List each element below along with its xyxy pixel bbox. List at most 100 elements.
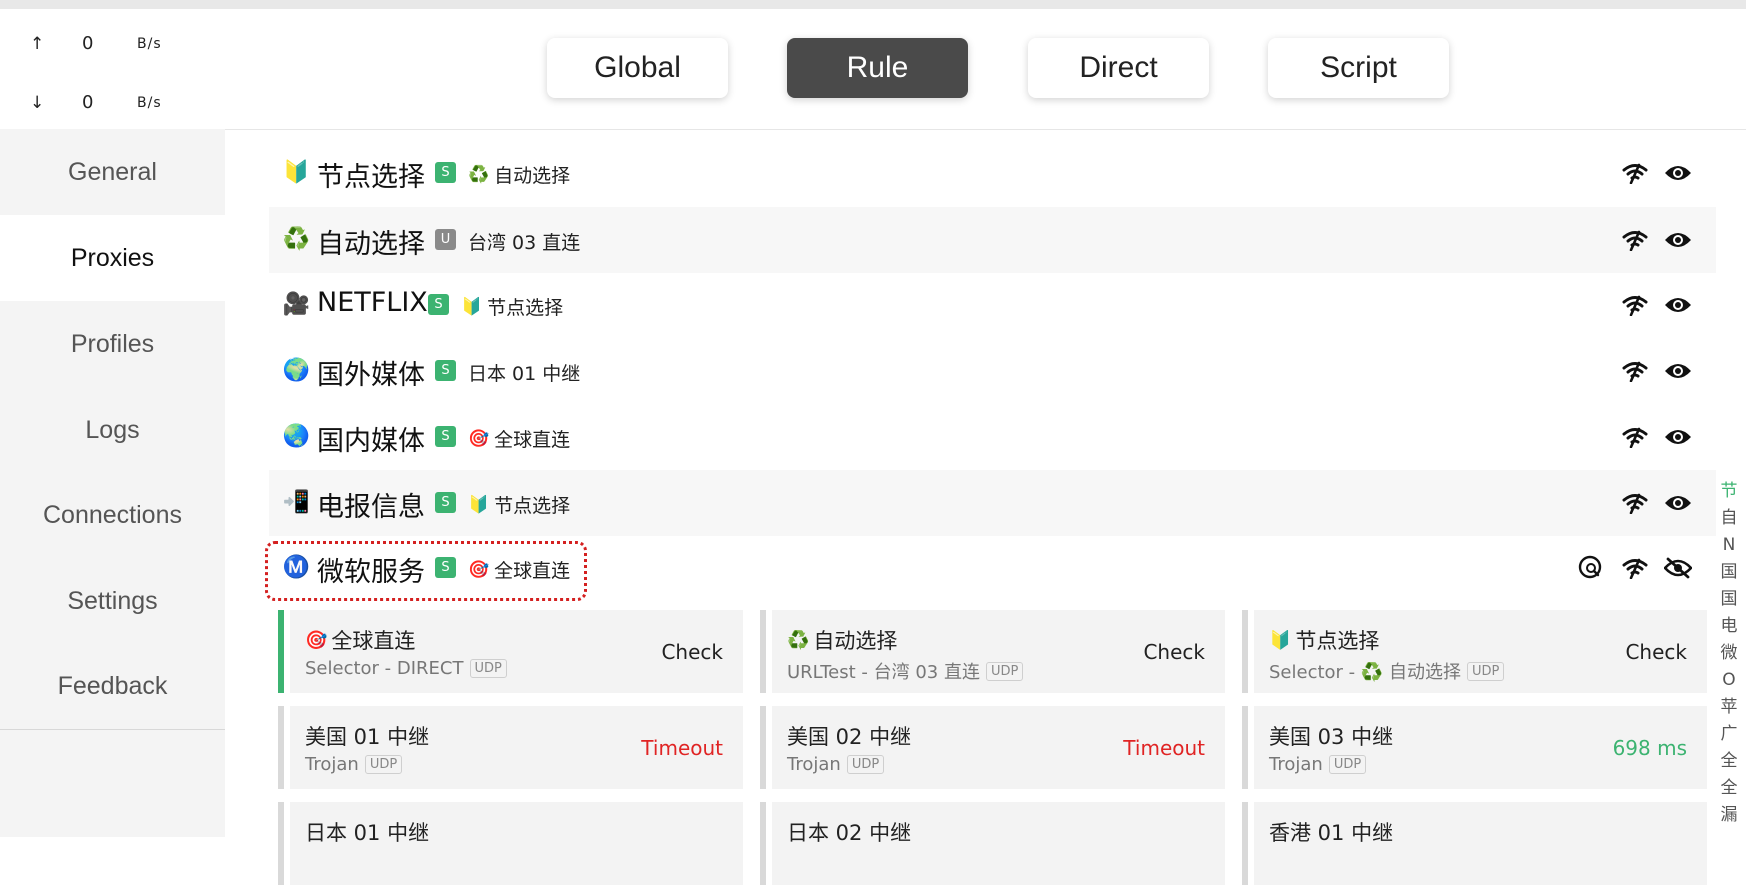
proxy-type: Selector - DIRECT UDP — [305, 658, 507, 679]
group-type-badge: S — [435, 426, 456, 447]
eye-icon[interactable] — [1664, 292, 1692, 318]
proxy-title: 美国 01 中继 — [305, 721, 429, 751]
upload-arrow-icon: ↑ — [30, 34, 45, 54]
mode-direct-button[interactable]: Direct — [1028, 38, 1209, 98]
mode-global-button[interactable]: Global — [547, 38, 728, 98]
eye-icon[interactable] — [1664, 424, 1692, 450]
latency-test-icon[interactable] — [1621, 424, 1649, 450]
index-letter[interactable]: 苹 — [1721, 694, 1738, 721]
proxy-card[interactable]: 香港 01 中继 — [1242, 802, 1707, 885]
udp-tag: UDP — [846, 755, 885, 774]
proxy-title: 日本 01 中继 — [305, 817, 429, 847]
eye-icon[interactable] — [1664, 358, 1692, 384]
proxy-card[interactable]: ♻️ 自动选择 URLTest - 台湾 03 直连 UDP Check — [760, 610, 1225, 693]
sidebar-item-logs[interactable]: Logs — [0, 387, 225, 473]
proxy-name: 美国 03 中继 — [1269, 725, 1394, 749]
globe-icon: 🌍 — [282, 358, 311, 383]
index-letter[interactable]: 漏 — [1721, 802, 1738, 829]
index-letter[interactable]: 国 — [1721, 586, 1738, 613]
current-proxy-name: 节点选择 — [494, 495, 571, 517]
proxy-title: 美国 03 中继 — [1269, 721, 1393, 751]
proxy-group-row[interactable]: 🔰 节点选择 S ♻️ 自动选择 — [269, 140, 1716, 206]
latency-test-icon[interactable] — [1621, 292, 1649, 318]
download-speed: ↓ 0 B/s — [0, 89, 225, 119]
group-type-badge: U — [435, 229, 456, 250]
sidebar-item-settings[interactable]: Settings — [0, 558, 225, 644]
mode-rule-button[interactable]: Rule — [787, 38, 968, 98]
recycle-icon: ♻️ — [282, 227, 311, 252]
index-letter[interactable]: 国 — [1721, 559, 1738, 586]
group-type-badge: S — [428, 294, 449, 315]
latency-test-icon[interactable] — [1621, 160, 1649, 186]
proxy-card[interactable]: 🎯 全球直连 Selector - DIRECT UDP Check — [278, 610, 743, 693]
top-strip — [0, 0, 1746, 9]
eye-icon[interactable] — [1664, 490, 1692, 516]
index-letter[interactable]: 电 — [1721, 613, 1738, 640]
proxy-card[interactable]: 美国 03 中继 Trojan UDP 698 ms — [1242, 706, 1707, 789]
proxy-title: 🎯 全球直连 — [305, 625, 415, 655]
proxy-type-label: Trojan — [787, 754, 841, 775]
proxy-card[interactable]: 日本 02 中继 — [760, 802, 1225, 885]
proxy-type-label: Selector - ♻️ 自动选择 — [1269, 662, 1462, 683]
proxy-type: URLTest - 台湾 03 直连 UDP — [787, 658, 1024, 684]
index-letter[interactable]: 微 — [1721, 640, 1738, 667]
udp-tag: UDP — [364, 755, 403, 774]
udp-tag: UDP — [469, 659, 507, 678]
proxy-group-row[interactable]: 🌏 国内媒体 S 🎯 全球直连 — [269, 404, 1716, 470]
latency-test-icon[interactable] — [1621, 358, 1649, 384]
upload-unit: B/s — [137, 36, 162, 52]
proxy-card[interactable]: 美国 02 中继 Trojan UDP Timeout — [760, 706, 1225, 789]
proxy-group-row[interactable]: 🎥 NETFLIX S 🔰 节点选择 — [269, 272, 1716, 338]
proxy-group-row[interactable]: 📲 电报信息 S 🔰 节点选择 — [269, 470, 1716, 536]
index-letter[interactable]: 节 — [1721, 478, 1738, 505]
index-letter[interactable]: N — [1723, 532, 1736, 559]
current-proxy-icon: 🔰 — [468, 494, 490, 515]
proxy-name: 美国 02 中继 — [787, 725, 912, 749]
sidebar-item-feedback[interactable]: Feedback — [0, 643, 225, 729]
proxy-title: 香港 01 中继 — [1269, 817, 1393, 847]
check-button[interactable]: Check — [1625, 640, 1687, 664]
proxy-type: Trojan UDP — [305, 754, 403, 775]
proxy-title: 美国 02 中继 — [787, 721, 911, 751]
proxy-group-row[interactable]: 🌍 国外媒体 S 日本 01 中继 — [269, 338, 1716, 404]
eye-icon[interactable] — [1664, 160, 1692, 186]
udp-tag: UDP — [985, 661, 1024, 681]
eye-icon[interactable] — [1664, 227, 1692, 253]
proxy-group-row[interactable]: ♻️ 自动选择 U 台湾 03 直连 — [269, 207, 1716, 273]
group-current-proxy: 🔰 节点选择 — [468, 491, 570, 518]
current-proxy-icon: 🎯 — [468, 428, 490, 449]
proxy-type-label: Selector - DIRECT — [305, 658, 464, 679]
eye-off-icon[interactable] — [1664, 555, 1692, 581]
udp-tag: UDP — [1467, 661, 1505, 681]
index-letter[interactable]: 全 — [1721, 775, 1738, 802]
latency-test-icon[interactable] — [1621, 555, 1649, 581]
globe-asia-icon: 🌏 — [282, 424, 311, 449]
group-current-proxy: 日本 01 中继 — [468, 359, 580, 386]
check-button[interactable]: Check — [1143, 640, 1205, 664]
proxy-card[interactable]: 美国 01 中继 Trojan UDP Timeout — [278, 706, 743, 789]
proxy-emoji-icon: 🎯 — [305, 629, 328, 651]
index-letter[interactable]: 广 — [1721, 721, 1738, 748]
latency-test-icon[interactable] — [1621, 490, 1649, 516]
selection-bar — [760, 802, 766, 885]
index-letter[interactable]: O — [1722, 667, 1735, 694]
search-icon[interactable] — [1577, 555, 1605, 581]
latency-test-icon[interactable] — [1621, 227, 1649, 253]
check-button[interactable]: Check — [661, 640, 723, 664]
latency-value: Timeout — [641, 736, 723, 760]
group-current-proxy: 🔰 节点选择 — [461, 293, 563, 320]
sidebar-item-proxies[interactable]: Proxies — [0, 215, 225, 301]
index-letter[interactable]: 自 — [1721, 505, 1738, 532]
group-name: 自动选择 — [317, 229, 425, 260]
traffic-panel: ↑ 0 B/s ↓ 0 B/s — [0, 9, 225, 129]
proxy-type-label: Trojan — [1269, 754, 1323, 775]
sidebar-item-general[interactable]: General — [0, 129, 225, 215]
mode-script-button[interactable]: Script — [1268, 38, 1449, 98]
latency-value: 698 ms — [1612, 736, 1687, 760]
selection-bar — [760, 610, 766, 693]
sidebar-item-connections[interactable]: Connections — [0, 472, 225, 558]
proxy-card[interactable]: 🔰 节点选择 Selector - ♻️ 自动选择 UDP Check — [1242, 610, 1707, 693]
proxy-card[interactable]: 日本 01 中继 — [278, 802, 743, 885]
sidebar-item-profiles[interactable]: Profiles — [0, 301, 225, 387]
index-letter[interactable]: 全 — [1721, 748, 1738, 775]
